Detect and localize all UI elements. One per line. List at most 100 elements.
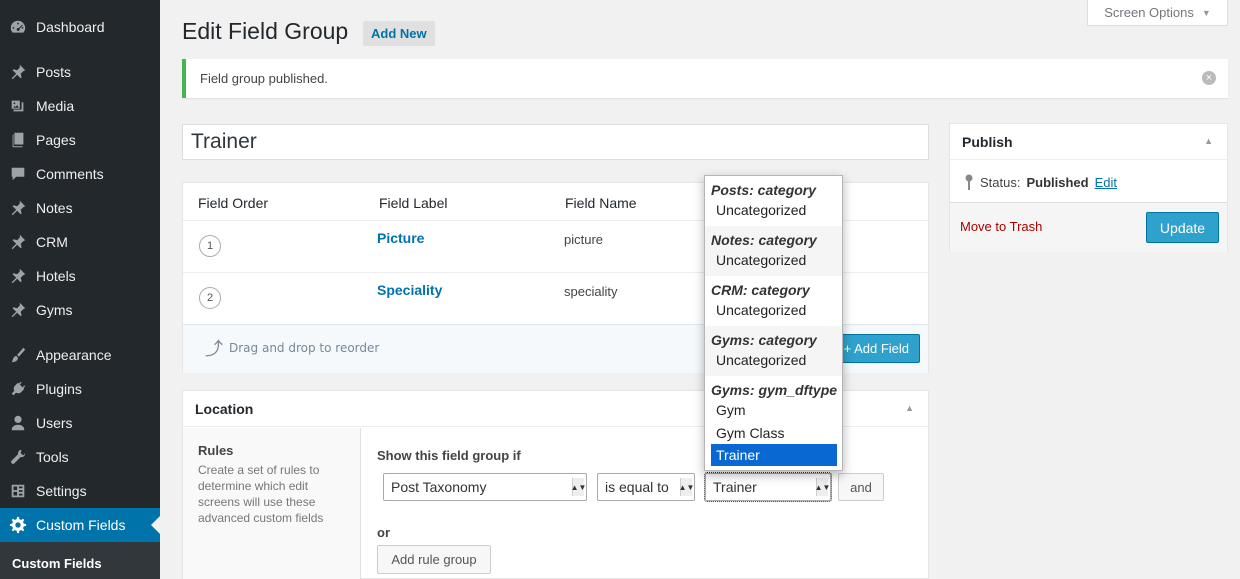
dropdown-option-selected[interactable]: Trainer [711,444,837,466]
collapse-arrow-icon[interactable]: ▲ [1204,136,1213,146]
pages-icon [0,131,36,149]
update-button[interactable]: Update [1146,212,1219,243]
status-label: Status: [980,174,1021,190]
rule-operator-select[interactable]: is equal to ▲▼ [597,473,695,501]
sidebar-item-label: Posts [36,64,72,80]
pin-icon [0,63,36,81]
option-group-label: Gyms: gym_dftype [711,382,838,398]
pin-icon [965,174,973,190]
and-button[interactable]: and [838,473,884,501]
dropdown-option[interactable]: Uncategorized [716,352,806,368]
sidebar-item-gyms[interactable]: Gyms [0,293,160,327]
screen-options-label: Screen Options [1104,5,1194,20]
select-arrow-icon: ▲▼ [679,478,694,496]
drag-note: ⤴ Drag and drop to reorder [205,335,379,361]
settings-icon [0,482,36,500]
sidebar-item-users[interactable]: Users [0,406,160,440]
page-title: Edit Field Group [182,18,349,44]
field-name-text: picture [564,232,604,247]
sidebar-item-notes[interactable]: Notes [0,191,160,225]
rules-title: Rules [198,443,234,458]
status-value: Published [1026,174,1089,190]
sidebar-item-media[interactable]: Media [0,89,160,123]
dropdown-option[interactable]: Gym [716,402,746,418]
column-header-name: Field Name [565,195,637,211]
publish-status: Status: Published Edit [964,174,1117,190]
screen-options-button[interactable]: Screen Options ▼ [1087,0,1228,26]
option-group-label: Notes: category [711,232,817,248]
submenu-item-custom-fields[interactable]: Custom Fields [12,556,102,571]
select-arrow-icon: ▲▼ [571,478,586,496]
sidebar-item-pages[interactable]: Pages [0,123,160,157]
sidebar-item-hotels[interactable]: Hotels [0,259,160,293]
publish-box: Publish ▲ Status: Published Edit Move to… [949,123,1228,252]
select-arrow-icon: ▲▼ [815,478,830,496]
sidebar-item-label: Custom Fields [36,517,126,533]
move-to-trash-link[interactable]: Move to Trash [960,219,1042,234]
add-new-button[interactable]: Add New [363,21,435,46]
sidebar-item-posts[interactable]: Posts [0,55,160,89]
sidebar-item-label: Settings [36,483,87,499]
dropdown-option[interactable]: Gym Class [716,425,784,441]
option-group-label: Posts: category [711,182,817,198]
sidebar-submenu: Custom Fields [0,542,160,579]
add-field-button[interactable]: + Add Field [834,334,920,363]
pin-icon [0,267,36,285]
rule-value-dropdown: Posts: category Uncategorized Notes: cat… [704,175,843,471]
sidebar-item-label: Dashboard [36,19,105,35]
sidebar-item-custom-fields[interactable]: Custom Fields [0,508,160,542]
sidebar-item-settings[interactable]: Settings [0,474,160,508]
collapse-arrow-icon[interactable]: ▲ [905,403,914,413]
gear-icon [0,516,36,534]
sidebar-item-tools[interactable]: Tools [0,440,160,474]
sidebar-item-appearance[interactable]: Appearance [0,338,160,372]
show-if-label: Show this field group if [377,448,521,463]
sidebar-item-label: Comments [36,166,104,182]
column-header-order: Field Order [198,195,269,211]
sidebar-item-comments[interactable]: Comments [0,157,160,191]
field-group-title-input[interactable] [182,124,929,160]
field-label-link[interactable]: Picture [377,230,424,246]
sidebar-item-crm[interactable]: CRM [0,225,160,259]
dropdown-option[interactable]: Uncategorized [716,252,806,268]
sidebar-item-label: Plugins [36,381,82,397]
rule-param-select[interactable]: Post Taxonomy ▲▼ [383,473,587,501]
rules-sidebar: Rules Create a set of rules to determine… [183,428,361,579]
brush-icon [0,346,36,364]
dismiss-icon[interactable]: × [1202,71,1216,85]
edit-status-link[interactable]: Edit [1095,175,1117,190]
column-header-label: Field Label [379,195,448,211]
pin-icon [0,301,36,319]
field-name-text: speciality [564,284,618,299]
option-group-label: CRM: category [711,282,810,298]
field-label-link[interactable]: Speciality [377,282,442,298]
publish-title: Publish [962,134,1013,150]
media-icon [0,97,36,115]
wrench-icon [0,448,36,466]
user-icon [0,414,36,432]
sidebar-item-label: Users [36,415,73,431]
sidebar-item-label: Gyms [36,302,73,318]
sidebar-item-label: Media [36,98,75,114]
drag-note-text: Drag and drop to reorder [229,341,380,355]
dropdown-option[interactable]: Uncategorized [716,202,806,218]
plug-icon [0,380,36,398]
admin-sidebar: Dashboard Posts Media Pages Comments Not… [0,0,160,579]
rule-param-value: Post Taxonomy [391,479,487,495]
pin-icon [0,199,36,217]
chevron-down-icon: ▼ [1201,7,1211,18]
field-order-badge[interactable]: 1 [199,235,221,257]
rule-operator-value: is equal to [605,479,669,495]
publish-actions: Move to Trash Update [950,202,1227,252]
option-group-label: Gyms: category [711,332,817,348]
rule-value-select[interactable]: Trainer ▲▼ [704,472,832,502]
comments-icon [0,165,36,183]
success-notice: Field group published. × [182,59,1228,98]
field-order-badge[interactable]: 2 [199,287,221,309]
pin-icon [0,233,36,251]
dropdown-option[interactable]: Uncategorized [716,302,806,318]
sidebar-item-dashboard[interactable]: Dashboard [0,10,160,44]
sidebar-item-plugins[interactable]: Plugins [0,372,160,406]
sidebar-item-label: Notes [36,200,73,216]
add-rule-group-button[interactable]: Add rule group [377,545,491,574]
